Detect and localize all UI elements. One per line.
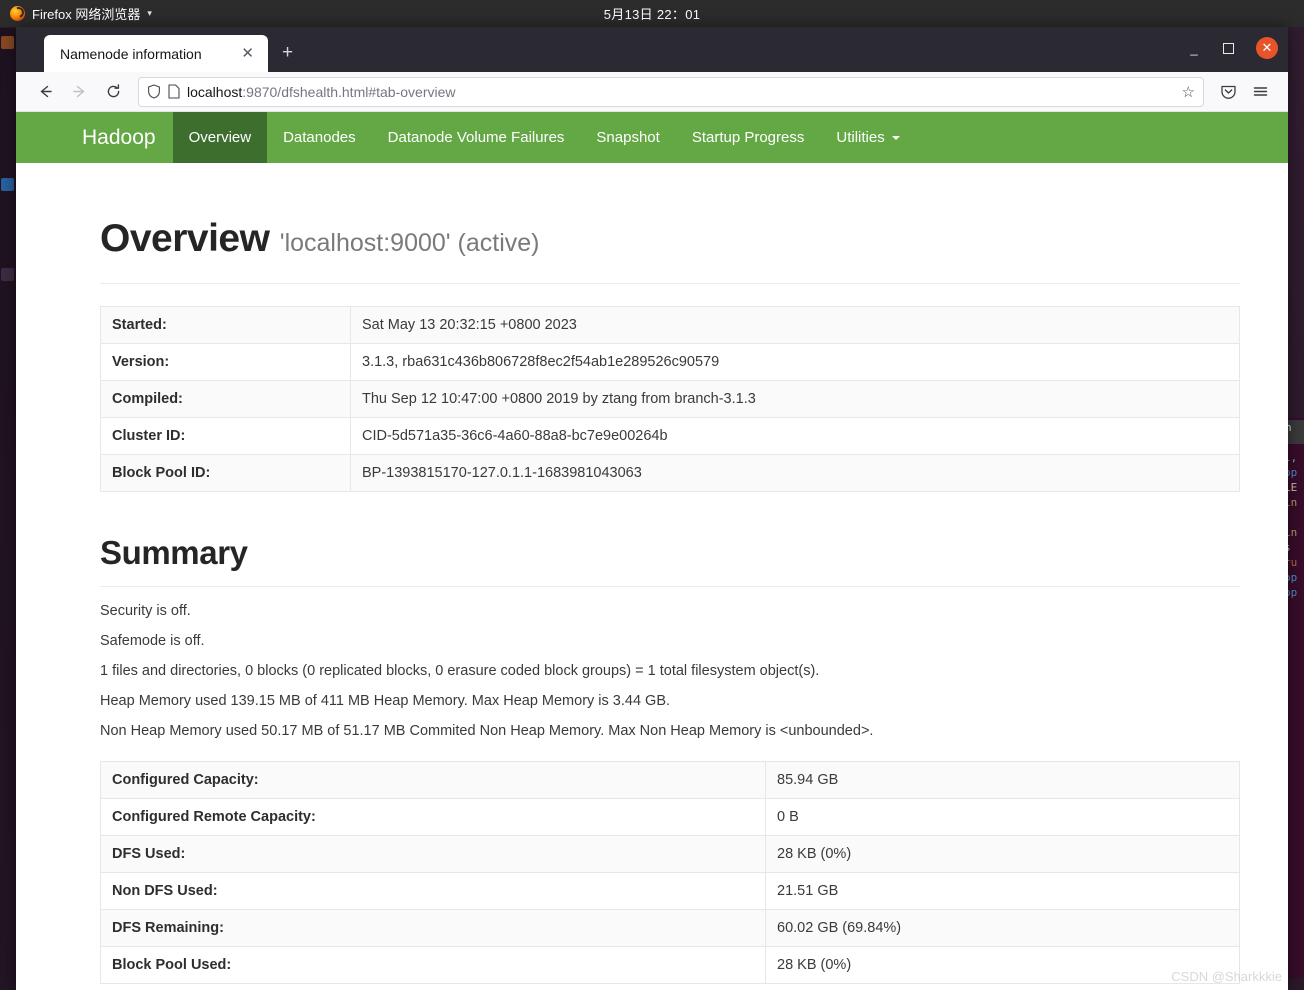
- summary-text-block: Security is off. Safemode is off. 1 file…: [100, 603, 1240, 739]
- dfs-health-page: Overview 'localhost:9000' (active) Start…: [16, 163, 1288, 984]
- dock-icon-files[interactable]: [1, 36, 14, 49]
- arrow-right-icon: [72, 85, 84, 98]
- summary-key-block-pool-used: Block Pool Used:: [100, 946, 766, 984]
- overview-value-cluster-id: CID-5d571a35-36c6-4a60-88a8-bc7e9e00264b: [350, 417, 1240, 455]
- watermark: CSDN @Sharkkkie: [1171, 969, 1282, 984]
- table-row: Cluster ID: CID-5d571a35-36c6-4a60-88a8-…: [100, 417, 1240, 455]
- table-row: DFS Used: 28 KB (0%): [100, 835, 1240, 873]
- table-row: DFS Remaining: 60.02 GB (69.84%): [100, 909, 1240, 947]
- summary-line-heap: Heap Memory used 139.15 MB of 411 MB Hea…: [100, 693, 671, 709]
- table-row: Non DFS Used: 21.51 GB: [100, 872, 1240, 910]
- window-close-button[interactable]: ✕: [1256, 37, 1278, 59]
- nav-utilities-label: Utilities: [836, 129, 885, 146]
- title-divider: [100, 283, 1240, 284]
- overview-value-compiled: Thu Sep 12 10:47:00 +0800 2019 by ztang …: [350, 380, 1240, 418]
- nav-datanode-volume-failures-label: Datanode Volume Failures: [387, 129, 565, 146]
- nav-snapshot-label: Snapshot: [596, 129, 660, 146]
- summary-key-dfs-remaining: DFS Remaining:: [100, 909, 766, 947]
- overview-key-cluster-id: Cluster ID:: [100, 417, 351, 455]
- nav-utilities[interactable]: Utilities: [820, 112, 915, 163]
- summary-table: Configured Capacity: 85.94 GB Configured…: [100, 761, 1240, 984]
- overview-value-started: Sat May 13 20:32:15 +0800 2023: [350, 306, 1240, 344]
- nav-snapshot[interactable]: Snapshot: [580, 112, 675, 163]
- tab-strip: Namenode information ✕ + _ ✕: [16, 27, 1288, 72]
- summary-key-configured-remote-capacity: Configured Remote Capacity:: [100, 798, 766, 836]
- url-path: :9870/dfshealth.html#tab-overview: [242, 83, 456, 100]
- reload-button[interactable]: [96, 77, 130, 107]
- page-title-subtitle: 'localhost:9000' (active): [279, 229, 540, 257]
- pocket-icon[interactable]: [1212, 77, 1244, 107]
- reload-icon: [107, 84, 119, 98]
- page-content: Hadoop Overview Datanodes Datanode Volum…: [16, 112, 1288, 990]
- overview-key-block-pool-id: Block Pool ID:: [100, 454, 351, 492]
- table-row: Started: Sat May 13 20:32:15 +0800 2023: [100, 306, 1240, 344]
- table-row: Configured Capacity: 85.94 GB: [100, 761, 1240, 799]
- summary-value-block-pool-used: 28 KB (0%): [765, 946, 1240, 984]
- system-topbar: Firefox 网络浏览器 ▾ 5月13日 22：01: [0, 0, 1304, 27]
- shield-icon[interactable]: [147, 84, 161, 99]
- summary-line-files: 1 files and directories, 0 blocks (0 rep…: [100, 663, 820, 679]
- overview-key-started: Started:: [100, 306, 351, 344]
- back-button[interactable]: [28, 77, 62, 107]
- url-host: localhost: [187, 83, 243, 100]
- tab-title: Namenode information: [60, 45, 202, 62]
- forward-button[interactable]: [62, 77, 96, 107]
- overview-value-block-pool-id: BP-1393815170-127.0.1.1-1683981043063: [350, 454, 1240, 492]
- browser-toolbar: localhost:9870/dfshealth.html#tab-overvi…: [16, 72, 1288, 112]
- summary-key-dfs-used: DFS Used:: [100, 835, 766, 873]
- arrow-left-icon: [40, 85, 52, 98]
- dock-icon-terminal[interactable]: [1, 268, 14, 281]
- summary-key-configured-capacity: Configured Capacity:: [100, 761, 766, 799]
- desktop-dock[interactable]: [0, 28, 16, 990]
- summary-line-nonheap: Non Heap Memory used 50.17 MB of 51.17 M…: [100, 723, 874, 739]
- page-icon[interactable]: [168, 84, 180, 99]
- overview-table: Started: Sat May 13 20:32:15 +0800 2023 …: [100, 306, 1240, 492]
- summary-line-security: Security is off.: [100, 603, 191, 619]
- nav-datanode-volume-failures[interactable]: Datanode Volume Failures: [372, 112, 581, 163]
- table-row: Block Pool Used: 28 KB (0%): [100, 946, 1240, 984]
- tab-namenode-information[interactable]: Namenode information ✕: [44, 35, 268, 72]
- page-title: Overview 'localhost:9000' (active): [100, 163, 1240, 261]
- close-icon[interactable]: ✕: [237, 44, 258, 63]
- dock-icon-browser[interactable]: [1, 178, 14, 191]
- hadoop-brand[interactable]: Hadoop: [82, 112, 173, 163]
- bookmark-star-icon[interactable]: ☆: [1182, 83, 1195, 101]
- hadoop-navbar: Hadoop Overview Datanodes Datanode Volum…: [16, 112, 1288, 163]
- window-controls: _ ✕: [1187, 37, 1278, 59]
- summary-line-safemode: Safemode is off.: [100, 633, 205, 649]
- new-tab-button[interactable]: +: [282, 42, 293, 64]
- table-row: Block Pool ID: BP-1393815170-127.0.1.1-1…: [100, 454, 1240, 492]
- summary-value-configured-capacity: 85.94 GB: [765, 761, 1240, 799]
- summary-value-dfs-used: 28 KB (0%): [765, 835, 1240, 873]
- nav-datanodes-label: Datanodes: [283, 129, 356, 146]
- nav-startup-progress-label: Startup Progress: [691, 129, 805, 146]
- caret-down-icon: [891, 135, 900, 140]
- summary-value-configured-remote-capacity: 0 B: [765, 798, 1240, 836]
- summary-key-non-dfs-used: Non DFS Used:: [100, 872, 766, 910]
- system-clock[interactable]: 5月13日 22：01: [0, 4, 1304, 23]
- page-title-main: Overview: [100, 217, 270, 260]
- table-row: Compiled: Thu Sep 12 10:47:00 +0800 2019…: [100, 380, 1240, 418]
- overview-value-version: 3.1.3, rba631c436b806728f8ec2f54ab1e2895…: [350, 343, 1240, 381]
- summary-heading: Summary: [100, 534, 248, 571]
- hamburger-menu-icon[interactable]: [1244, 77, 1276, 107]
- browser-window: Namenode information ✕ + _ ✕ localhost:9…: [16, 27, 1288, 990]
- table-row: Configured Remote Capacity: 0 B: [100, 798, 1240, 836]
- nav-datanodes[interactable]: Datanodes: [267, 112, 372, 163]
- summary-value-non-dfs-used: 21.51 GB: [765, 872, 1240, 910]
- nav-startup-progress[interactable]: Startup Progress: [676, 112, 821, 163]
- overview-key-compiled: Compiled:: [100, 380, 351, 418]
- maximize-button[interactable]: [1223, 42, 1234, 54]
- nav-overview-label: Overview: [188, 129, 252, 146]
- url-bar[interactable]: localhost:9870/dfshealth.html#tab-overvi…: [138, 76, 1204, 107]
- url-text[interactable]: localhost:9870/dfshealth.html#tab-overvi…: [187, 84, 1175, 100]
- summary-value-dfs-remaining: 60.02 GB (69.84%): [765, 909, 1240, 947]
- summary-divider: [100, 586, 1240, 587]
- table-row: Version: 3.1.3, rba631c436b806728f8ec2f5…: [100, 343, 1240, 381]
- nav-overview[interactable]: Overview: [172, 112, 268, 163]
- minimize-button[interactable]: _: [1187, 42, 1201, 55]
- overview-key-version: Version:: [100, 343, 351, 381]
